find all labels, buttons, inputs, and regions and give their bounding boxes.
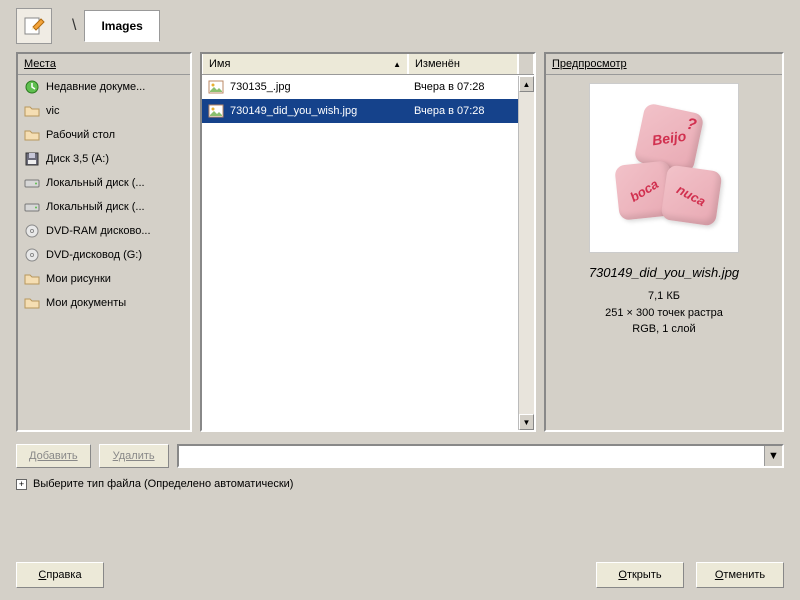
floppy-icon bbox=[24, 151, 40, 167]
places-item[interactable]: Мои документы bbox=[18, 291, 190, 315]
edit-icon bbox=[23, 15, 45, 37]
breadcrumb-separator: \ bbox=[70, 17, 78, 35]
places-item-label: Диск 3,5 (A:) bbox=[46, 153, 109, 165]
add-button[interactable]: Добавить bbox=[16, 444, 91, 468]
hdd-icon bbox=[24, 175, 40, 191]
places-item-label: Мои рисунки bbox=[46, 273, 111, 285]
file-list-header: Имя ▲ Изменён bbox=[202, 54, 534, 75]
folder-icon bbox=[24, 127, 40, 143]
footer: Справка Открыть Отменить bbox=[0, 556, 800, 594]
preview-header: Предпросмотр bbox=[546, 54, 782, 75]
places-item[interactable]: Рабочий стол bbox=[18, 123, 190, 147]
dice-right: nuca bbox=[660, 164, 722, 226]
image-file-icon bbox=[208, 103, 224, 119]
scroll-down-button[interactable]: ▼ bbox=[519, 414, 534, 430]
places-item[interactable]: DVD-RAM дисково... bbox=[18, 219, 190, 243]
preview-filename: 730149_did_you_wish.jpg bbox=[589, 265, 739, 280]
cancel-button[interactable]: Отменить bbox=[696, 562, 784, 588]
places-list: Недавние докуме... vic Рабочий стол Диск 3,… bbox=[18, 75, 190, 430]
places-item[interactable]: Локальный диск (... bbox=[18, 195, 190, 219]
hdd-icon bbox=[24, 199, 40, 215]
remove-button[interactable]: Удалить bbox=[99, 444, 169, 468]
main-area: Места Недавние докуме... vic Рабочий стол Д… bbox=[0, 52, 800, 432]
places-item-label: Рабочий стол bbox=[46, 129, 115, 141]
places-item-label: Локальный диск (... bbox=[46, 201, 145, 213]
places-item-label: DVD-дисковод (G:) bbox=[46, 249, 142, 261]
preview-dimensions: 251 × 300 точек растра bbox=[605, 305, 723, 322]
places-item[interactable]: Мои рисунки bbox=[18, 267, 190, 291]
help-button[interactable]: Справка bbox=[16, 562, 104, 588]
file-name: 730149_did_you_wish.jpg bbox=[230, 105, 357, 117]
places-header: Места bbox=[18, 54, 190, 75]
file-scrollbar[interactable]: ▲ ▼ bbox=[518, 76, 534, 430]
column-modified[interactable]: Изменён bbox=[408, 54, 518, 74]
places-item[interactable]: Локальный диск (... bbox=[18, 171, 190, 195]
filetype-label: Выберите тип файла (Определено автоматич… bbox=[33, 478, 293, 490]
sort-asc-icon: ▲ bbox=[393, 60, 401, 69]
expander-button[interactable]: + bbox=[16, 479, 27, 490]
optical-icon bbox=[24, 247, 40, 263]
places-item-label: vic bbox=[46, 105, 59, 117]
edit-button[interactable] bbox=[16, 8, 52, 44]
tab-images[interactable]: Images bbox=[84, 10, 159, 42]
recent-icon bbox=[24, 79, 40, 95]
column-modified-label: Изменён bbox=[415, 58, 460, 70]
open-button[interactable]: Открыть bbox=[596, 562, 684, 588]
file-name: 730135_.jpg bbox=[230, 81, 291, 93]
column-scroll-spacer bbox=[518, 54, 534, 74]
preview-thumbnail: ? Beijo boca nuca bbox=[589, 83, 739, 253]
places-item-label: Мои документы bbox=[46, 297, 126, 309]
filetype-row: + Выберите тип файла (Определено автомат… bbox=[0, 474, 800, 500]
scroll-up-button[interactable]: ▲ bbox=[519, 76, 534, 92]
places-item[interactable]: Диск 3,5 (A:) bbox=[18, 147, 190, 171]
folder-icon bbox=[24, 295, 40, 311]
file-modified: Вчера в 07:28 bbox=[408, 81, 518, 93]
places-item-label: DVD-RAM дисково... bbox=[46, 225, 151, 237]
file-list: 730135_.jpgВчера в 07:28730149_did_you_w… bbox=[202, 75, 534, 430]
preview-size: 7,1 КБ bbox=[605, 288, 723, 305]
column-name-label: Имя bbox=[209, 58, 230, 70]
places-item[interactable]: Недавние докуме... bbox=[18, 75, 190, 99]
places-item-label: Локальный диск (... bbox=[46, 177, 145, 189]
preview-panel: Предпросмотр ? Beijo boca nuca 730149_di… bbox=[544, 52, 784, 432]
file-row[interactable]: 730149_did_you_wish.jpg Вчера в 07:28 bbox=[202, 99, 534, 123]
toolbar: \ Images bbox=[0, 0, 800, 52]
folder-icon bbox=[24, 271, 40, 287]
preview-body: ? Beijo boca nuca 730149_did_you_wish.jp… bbox=[546, 75, 782, 430]
places-item-label: Недавние докуме... bbox=[46, 81, 145, 93]
filename-input[interactable]: ▼ bbox=[177, 444, 784, 468]
optical-icon bbox=[24, 223, 40, 239]
controls-row: Добавить Удалить ▼ bbox=[0, 432, 800, 474]
file-row[interactable]: 730135_.jpg Вчера в 07:28 bbox=[202, 75, 534, 99]
column-name[interactable]: Имя ▲ bbox=[202, 54, 408, 74]
dice-image: ? Beijo boca nuca bbox=[609, 103, 719, 233]
folder-icon bbox=[24, 103, 40, 119]
image-file-icon bbox=[208, 79, 224, 95]
file-list-panel: Имя ▲ Изменён 730135_.jpgВчера в 07:2873… bbox=[200, 52, 536, 432]
places-panel: Места Недавние докуме... vic Рабочий стол Д… bbox=[16, 52, 192, 432]
places-item[interactable]: vic bbox=[18, 99, 190, 123]
file-modified: Вчера в 07:28 bbox=[408, 105, 518, 117]
preview-mode: RGB, 1 слой bbox=[605, 321, 723, 338]
combo-arrow-icon[interactable]: ▼ bbox=[764, 446, 782, 466]
preview-meta: 7,1 КБ 251 × 300 точек растра RGB, 1 сло… bbox=[605, 288, 723, 338]
places-item[interactable]: DVD-дисковод (G:) bbox=[18, 243, 190, 267]
